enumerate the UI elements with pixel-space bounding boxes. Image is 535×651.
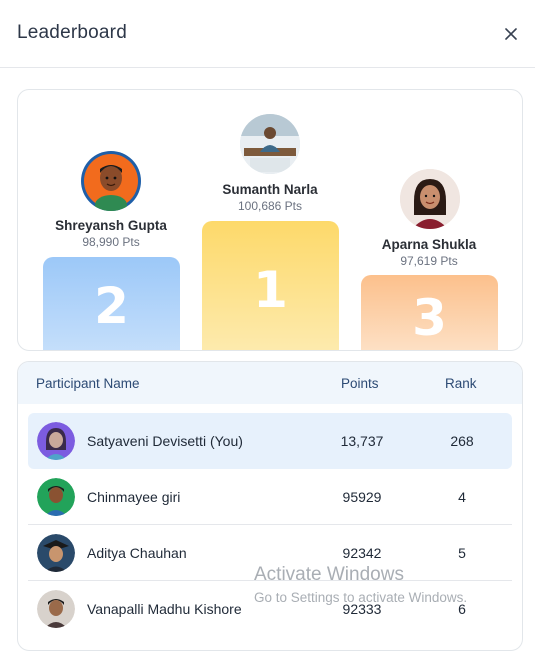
participant-rank: 5 [458,545,466,561]
dialog-header: Leaderboard [0,0,535,68]
second-place-points: 98,990 Pts [82,235,140,249]
table-row-you[interactable]: Satyaveni Devisetti (You) 13,737 268 [28,413,512,469]
participant-name: Aditya Chauhan [87,545,187,561]
participant-rank: 6 [458,601,466,617]
participant-points: 92342 [342,545,382,561]
podium-rank-first: 1 [253,261,288,319]
participant-name: Vanapalli Madhu Kishore [87,601,242,617]
podium-rank-second: 2 [94,277,129,335]
participant-name: Satyaveni Devisetti (You) [87,433,243,449]
avatar-third-place [400,169,460,229]
dialog-title: Leaderboard [17,22,127,43]
podium-card: Shreyansh Gupta 98,990 Pts 2 Sumanth Nar… [17,89,523,351]
podium-block-third: 3 [361,275,498,350]
avatar [37,478,75,516]
column-header-rank: Rank [445,376,477,391]
first-place-name: Sumanth Narla [222,182,318,197]
table-row[interactable]: Vanapalli Madhu Kishore 92333 6 [28,581,512,637]
column-header-name: Participant Name [36,376,140,391]
podium-block-second: 2 [43,257,180,350]
avatar-first-place [240,114,300,174]
avatar [37,590,75,628]
participant-rank: 268 [450,433,474,449]
podium-block-first: 1 [202,221,339,350]
participants-table: Participant Name Points Rank Satyaveni D… [17,361,523,651]
first-place-points: 100,686 Pts [237,199,303,213]
avatar [37,422,75,460]
table-row[interactable]: Chinmayee giri 95929 4 [28,469,512,525]
table-header: Participant Name Points Rank [18,362,522,404]
participant-points: 13,737 [340,433,384,449]
column-header-points: Points [341,376,379,391]
participant-rank: 4 [458,489,466,505]
podium-rank-third: 3 [412,289,447,347]
participant-points: 92333 [342,601,382,617]
avatar [37,534,75,572]
table-row[interactable]: Aditya Chauhan 92342 5 [28,525,512,581]
close-icon[interactable] [501,24,521,44]
third-place-name: Aparna Shukla [381,237,477,252]
avatar-second-place [81,151,141,211]
third-place-points: 97,619 Pts [400,254,458,268]
participant-points: 95929 [342,489,382,505]
participant-name: Chinmayee giri [87,489,181,505]
second-place-name: Shreyansh Gupta [55,218,167,233]
